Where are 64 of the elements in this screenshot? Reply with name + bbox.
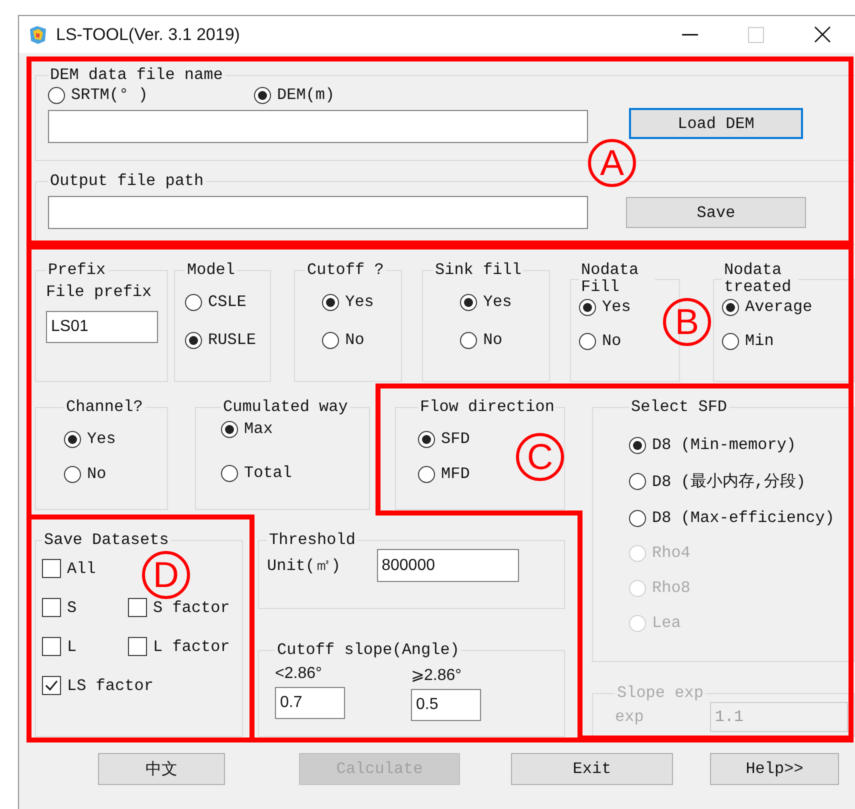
radio-button[interactable]: Average (722, 298, 844, 316)
radio-button[interactable]: SRTM(° ) (48, 86, 254, 104)
text-field[interactable]: LS01 (46, 311, 158, 343)
group-label: Cumulated way (222, 399, 349, 416)
radio-button[interactable]: No (64, 465, 157, 483)
radio-button[interactable]: CSLE (185, 293, 260, 311)
group-label: Nodata Fill (580, 262, 640, 296)
group-label: Prefix (47, 262, 107, 279)
radio-button[interactable]: Yes (64, 430, 157, 448)
group-label: Save Datasets (43, 532, 170, 549)
group-label: DEM data file name (49, 67, 224, 84)
button[interactable]: Exit (511, 753, 673, 785)
radio-button[interactable]: Min (722, 332, 844, 350)
annotation-label: C (516, 433, 564, 481)
text-field[interactable]: 0.7 (275, 687, 345, 719)
radio-button[interactable]: RUSLE (185, 331, 260, 349)
radio-button[interactable]: DEM(m) (254, 86, 335, 104)
close-icon[interactable] (814, 26, 830, 43)
checkbox[interactable]: S factor (128, 598, 230, 617)
group-label: Output file path (49, 173, 205, 190)
field-label: File prefix (46, 283, 153, 301)
field-label: ⩾2.86° (411, 666, 463, 685)
group-label: Slope exp (616, 685, 704, 702)
button[interactable]: Save (626, 197, 806, 228)
button[interactable]: 中文 (98, 753, 225, 785)
group-label: Threshold (268, 532, 356, 549)
checkbox[interactable]: L factor (128, 637, 230, 656)
text-field[interactable]: 800000 (376, 549, 519, 582)
radio-button[interactable]: D8 (Max-efficiency) (629, 509, 854, 527)
window-title: LS-TOOL(Ver. 3.1 2019) (56, 24, 241, 44)
radio-button[interactable]: No (460, 331, 512, 349)
radio-button[interactable]: D8 (Min-memory) (629, 436, 854, 454)
text-field[interactable] (48, 110, 588, 143)
group-label: Nodata treated (723, 262, 792, 296)
field-label: exp (615, 708, 644, 726)
radio-button[interactable]: Yes (460, 293, 512, 311)
checkbox[interactable]: All (42, 559, 96, 578)
radio-button[interactable]: No (322, 331, 374, 349)
annotation-label: A (588, 139, 636, 187)
text-field[interactable]: 0.5 (411, 689, 481, 721)
app-icon (28, 24, 48, 44)
group-label: Flow direction (419, 399, 556, 416)
field-label: Unit(㎡) (267, 556, 341, 576)
minimize-icon[interactable] (682, 34, 698, 36)
group-label: Cutoff ? (306, 262, 385, 279)
group-label: Model (186, 262, 236, 279)
text-field[interactable] (48, 196, 588, 229)
checkbox[interactable]: S (42, 598, 128, 617)
checkmark-icon (44, 678, 59, 693)
checkbox[interactable]: L (42, 637, 128, 656)
radio-button[interactable]: Max (221, 420, 359, 438)
field-label: <2.86° (275, 665, 323, 683)
group-label: Select SFD (630, 399, 728, 416)
annotation-label: D (142, 551, 190, 599)
radio-button[interactable]: D8 (最小内存,分段) (629, 471, 854, 492)
button[interactable]: Help>> (710, 753, 839, 785)
radio-button[interactable]: Yes (322, 293, 374, 311)
annotation-label: B (663, 298, 711, 346)
button[interactable]: Load DEM (629, 108, 803, 139)
group-label: Channel? (65, 399, 144, 416)
checkbox[interactable]: LS factor (42, 676, 154, 695)
group-label: Sink fill (434, 262, 522, 279)
radio-button[interactable]: Total (221, 464, 359, 482)
group-label: Cutoff slope(Angle) (276, 642, 460, 659)
